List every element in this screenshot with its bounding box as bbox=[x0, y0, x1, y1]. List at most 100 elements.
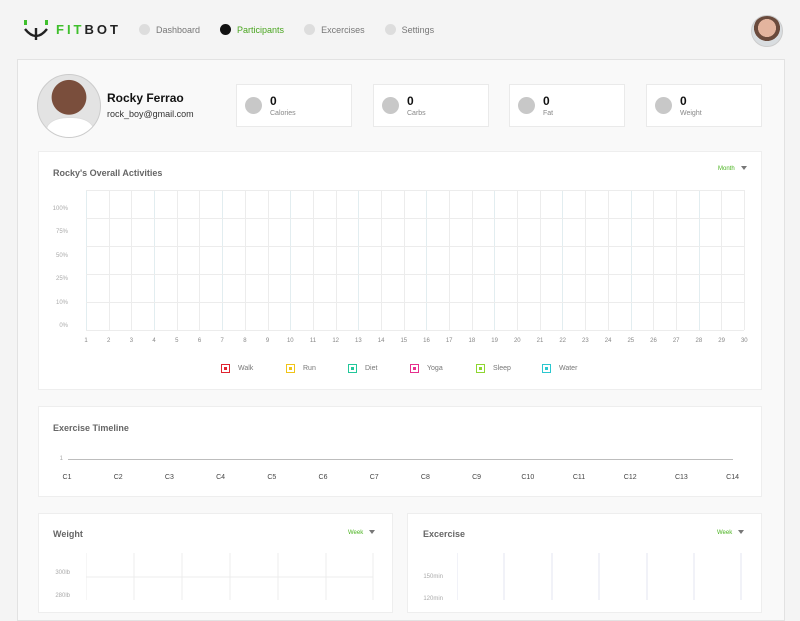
x-tick-label: 23 bbox=[582, 338, 589, 344]
legend-label: Sleep bbox=[493, 365, 511, 372]
timeline-label: C4 bbox=[216, 474, 226, 481]
dropdown-value: Week bbox=[717, 530, 733, 536]
x-tick-label: 3 bbox=[129, 338, 134, 344]
x-tick-label: 7 bbox=[220, 338, 224, 344]
x-tick-label: 2 bbox=[107, 338, 111, 344]
user-avatar[interactable] bbox=[751, 15, 783, 47]
legend-label: Walk bbox=[238, 365, 254, 372]
y-tick-label: 50% bbox=[55, 252, 68, 259]
legend-label: Diet bbox=[365, 365, 378, 372]
main-nav: Dashboard Participants Excercises Settin… bbox=[139, 24, 454, 35]
stat-label: Weight bbox=[680, 110, 702, 117]
weight-icon bbox=[655, 97, 672, 114]
nav-item-participants[interactable]: Participants bbox=[220, 24, 284, 35]
weight-y-tick: 300lb bbox=[55, 570, 70, 576]
x-tick-label: 16 bbox=[423, 338, 430, 344]
participant-email: rock_boy@gmail.com bbox=[107, 109, 194, 119]
chevron-down-icon bbox=[738, 530, 745, 535]
timeline-y-tick: 1 bbox=[59, 456, 63, 462]
timeline-label: C10 bbox=[521, 474, 535, 481]
stat-value: 0 bbox=[680, 94, 687, 108]
x-tick-label: 4 bbox=[152, 338, 156, 344]
exercise-grid bbox=[457, 553, 742, 600]
nav-label: Participants bbox=[237, 24, 285, 35]
weight-period-dropdown[interactable]: Week bbox=[348, 530, 376, 536]
stat-value: 0 bbox=[270, 94, 277, 108]
chevron-down-icon bbox=[369, 530, 376, 535]
stat-value: 0 bbox=[407, 94, 414, 108]
chevron-down-icon bbox=[740, 166, 747, 171]
x-tick-label: 30 bbox=[740, 338, 748, 344]
logo-icon bbox=[24, 20, 48, 40]
x-tick-label: 6 bbox=[197, 338, 202, 344]
stat-card-fat: 0 Fat bbox=[509, 84, 625, 127]
weight-grid bbox=[86, 553, 374, 600]
x-tick-label: 17 bbox=[445, 338, 453, 344]
activities-grid bbox=[86, 190, 745, 331]
legend-swatch-icon bbox=[542, 364, 551, 373]
stat-card-calories: 0 Calories bbox=[236, 84, 352, 127]
calories-icon bbox=[245, 97, 262, 114]
brand-part-1: FIT bbox=[56, 22, 85, 37]
timeline-axis bbox=[68, 459, 733, 460]
settings-dot-icon bbox=[384, 24, 396, 35]
legend-item-yoga[interactable]: Yoga bbox=[410, 364, 443, 373]
y-tick-label: 100% bbox=[52, 206, 68, 212]
timeline-label: C3 bbox=[164, 474, 174, 481]
legend-swatch-icon bbox=[410, 364, 419, 373]
dropdown-value: Month bbox=[718, 166, 735, 172]
stat-card-weight: 0 Weight bbox=[646, 84, 762, 127]
timeline-label: C6 bbox=[318, 474, 328, 481]
x-tick-label: 22 bbox=[559, 338, 567, 344]
nav-item-dashboard[interactable]: Dashboard bbox=[139, 24, 200, 35]
nav-item-excercises[interactable]: Excercises bbox=[304, 24, 365, 35]
legend-item-sleep[interactable]: Sleep bbox=[476, 364, 511, 373]
timeline-label: C5 bbox=[267, 474, 277, 481]
nav-item-settings[interactable]: Settings bbox=[384, 24, 435, 35]
weight-title: Weight bbox=[53, 529, 83, 539]
x-tick-label: 10 bbox=[286, 338, 294, 344]
x-tick-label: 25 bbox=[627, 338, 635, 344]
nav-label: Dashboard bbox=[156, 24, 201, 35]
x-tick-label: 5 bbox=[175, 338, 179, 344]
legend-item-water[interactable]: Water bbox=[542, 364, 577, 373]
timeline-label: C8 bbox=[420, 474, 430, 481]
timeline-label: C11 bbox=[572, 474, 586, 481]
x-tick-label: 27 bbox=[672, 338, 680, 344]
nav-label: Settings bbox=[401, 24, 435, 35]
x-tick-label: 26 bbox=[650, 338, 657, 344]
y-tick-label: 10% bbox=[55, 299, 68, 306]
timeline-label: C14 bbox=[726, 474, 740, 481]
dashboard-dot-icon bbox=[139, 24, 150, 35]
x-tick-label: 14 bbox=[377, 338, 385, 344]
x-tick-label: 12 bbox=[332, 338, 340, 344]
stat-label: Fat bbox=[543, 110, 554, 117]
legend-item-run[interactable]: Run bbox=[286, 364, 316, 373]
activities-period-dropdown[interactable]: Month bbox=[718, 166, 747, 172]
x-tick-label: 20 bbox=[513, 338, 521, 344]
top-bar: FITBOT Dashboard Participants Excercises… bbox=[0, 0, 800, 60]
exercise-period-dropdown[interactable]: Week bbox=[717, 530, 745, 536]
y-tick-label: 0% bbox=[59, 323, 68, 329]
nav-label: Excercises bbox=[321, 24, 365, 35]
weight-y-tick: 280lb bbox=[55, 593, 70, 599]
y-tick-label: 75% bbox=[55, 229, 68, 236]
fat-icon bbox=[518, 97, 535, 114]
x-tick-label: 15 bbox=[400, 338, 408, 344]
x-tick-label: 1 bbox=[84, 338, 88, 344]
legend-swatch-icon bbox=[476, 364, 485, 373]
timeline-label: C12 bbox=[623, 474, 637, 481]
exercise-y-tick: 120min bbox=[423, 596, 443, 602]
timeline-label: C7 bbox=[369, 474, 379, 481]
legend-item-walk[interactable]: Walk bbox=[221, 364, 253, 373]
legend-swatch-icon bbox=[348, 364, 357, 373]
excercises-dot-icon bbox=[304, 24, 316, 35]
timeline-title: Exercise Timeline bbox=[53, 423, 129, 433]
legend-swatch-icon bbox=[286, 364, 295, 373]
legend-label: Yoga bbox=[427, 365, 443, 372]
legend-item-diet[interactable]: Diet bbox=[348, 364, 377, 373]
stat-label: Carbs bbox=[407, 110, 426, 117]
x-tick-label: 28 bbox=[695, 338, 703, 344]
legend-label: Water bbox=[559, 365, 578, 372]
participant-name: Rocky Ferrao bbox=[107, 91, 184, 105]
